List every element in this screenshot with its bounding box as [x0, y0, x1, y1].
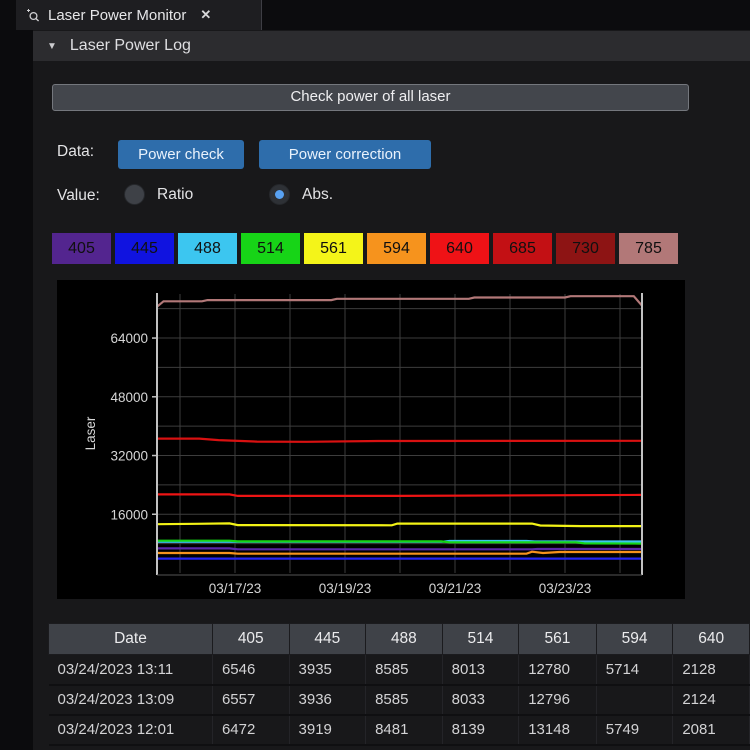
series-line-561: [157, 523, 642, 526]
power-check-button[interactable]: Power check: [118, 140, 244, 169]
series-line-640: [157, 494, 642, 496]
table-header-Date: Date: [49, 624, 213, 655]
table-header-488: 488: [366, 624, 443, 655]
chart-panel: 16000 32000 48000 64000 03/17/23 03/19/23 03/2…: [57, 280, 685, 599]
series-line-685: [157, 439, 642, 442]
table-header-640: 640: [673, 624, 750, 655]
table-cell: 8585: [366, 655, 443, 685]
laser-power-chart: 16000 32000 48000 64000 03/17/23 03/19/23 03/2…: [57, 280, 685, 599]
table-cell: 2081: [673, 715, 750, 745]
y-tick-label: 64000: [110, 331, 148, 346]
wavelength-swatch-640[interactable]: 640: [430, 233, 489, 264]
table-cell: 3919: [289, 715, 366, 745]
table-cell: 2128: [673, 655, 750, 685]
table-row[interactable]: 03/24/2023 13:09655739368585803312796 212…: [49, 685, 750, 715]
collapse-triangle-icon: ▼: [47, 41, 57, 52]
table-cell: [596, 685, 673, 715]
series-line-594: [157, 552, 642, 554]
wavelength-swatch-785[interactable]: 785: [619, 233, 678, 264]
wavelength-swatch-685[interactable]: 685: [493, 233, 552, 264]
data-label: Data:: [57, 143, 94, 161]
wavelength-swatch-405[interactable]: 405: [52, 233, 111, 264]
wavelength-swatch-488[interactable]: 488: [178, 233, 237, 264]
radio-abs-circle: [269, 184, 290, 205]
table-header-row: Date405445488514561594640: [49, 624, 750, 655]
value-label: Value:: [57, 187, 100, 205]
tab-title: Laser Power Monitor: [48, 7, 186, 24]
table-cell: 03/24/2023 13:11: [49, 655, 213, 685]
search-icon: [26, 8, 40, 22]
table-header-405: 405: [212, 624, 289, 655]
left-gutter: [0, 30, 33, 750]
table-cell: 8139: [442, 715, 519, 745]
table-cell: 03/24/2023 13:09: [49, 685, 213, 715]
y-tick-label: 32000: [110, 449, 148, 464]
radio-ratio-circle: [124, 184, 145, 205]
tab-bar: Laser Power Monitor ✕: [0, 0, 750, 30]
power-log-table-wrap: Date405445488514561594640 03/24/2023 13:…: [48, 623, 750, 746]
wavelength-swatch-514[interactable]: 514: [241, 233, 300, 264]
table-cell: 8481: [366, 715, 443, 745]
table-cell: 2124: [673, 685, 750, 715]
table-cell: 12780: [519, 655, 597, 685]
wavelength-swatch-730[interactable]: 730: [556, 233, 615, 264]
table-cell: 5714: [596, 655, 673, 685]
table-row[interactable]: 03/24/2023 12:01647239198481813913148574…: [49, 715, 750, 745]
radio-abs-dot: [275, 190, 284, 199]
x-tick-label: 03/19/23: [319, 581, 372, 596]
x-tick-label: 03/17/23: [209, 581, 262, 596]
radio-abs[interactable]: Abs.: [269, 184, 333, 205]
table-cell: 03/24/2023 12:01: [49, 715, 213, 745]
series-line-785: [157, 296, 642, 307]
radio-ratio-label: Ratio: [157, 186, 193, 204]
table-row[interactable]: 03/24/2023 13:11654639358585801312780571…: [49, 655, 750, 685]
y-tick-label: 48000: [110, 390, 148, 405]
table-header-594: 594: [596, 624, 673, 655]
wavelength-swatch-561[interactable]: 561: [304, 233, 363, 264]
wavelength-swatch-594[interactable]: 594: [367, 233, 426, 264]
radio-ratio[interactable]: Ratio: [124, 184, 193, 205]
power-correction-button[interactable]: Power correction: [259, 140, 431, 169]
table-cell: 6546: [212, 655, 289, 685]
x-tick-label: 03/23/23: [539, 581, 592, 596]
tab-close-icon[interactable]: ✕: [200, 7, 211, 23]
table-cell: 13148: [519, 715, 597, 745]
check-all-lasers-button[interactable]: Check power of all laser: [52, 84, 689, 111]
series-line-405: [157, 548, 642, 549]
y-axis-title: Laser: [83, 416, 98, 450]
tab-laser-power-monitor[interactable]: Laser Power Monitor ✕: [16, 0, 262, 30]
table-cell: 6472: [212, 715, 289, 745]
table-cell: 3936: [289, 685, 366, 715]
radio-abs-label: Abs.: [302, 186, 333, 204]
table-cell: 8033: [442, 685, 519, 715]
table-cell: 8013: [442, 655, 519, 685]
table-header-445: 445: [289, 624, 366, 655]
wavelength-swatch-row: 405445488514561594640685730785: [52, 233, 678, 264]
table-cell: 12796: [519, 685, 597, 715]
y-tick-label: 16000: [110, 507, 148, 522]
table-cell: 5749: [596, 715, 673, 745]
table-header-514: 514: [442, 624, 519, 655]
wavelength-swatch-445[interactable]: 445: [115, 233, 174, 264]
section-title: Laser Power Log: [70, 37, 191, 55]
section-header-laser-power-log[interactable]: ▼ Laser Power Log: [33, 31, 750, 61]
table-cell: 8585: [366, 685, 443, 715]
table-cell: 6557: [212, 685, 289, 715]
power-log-table: Date405445488514561594640 03/24/2023 13:…: [48, 623, 750, 746]
x-tick-label: 03/21/23: [429, 581, 482, 596]
table-header-561: 561: [519, 624, 597, 655]
table-cell: 3935: [289, 655, 366, 685]
